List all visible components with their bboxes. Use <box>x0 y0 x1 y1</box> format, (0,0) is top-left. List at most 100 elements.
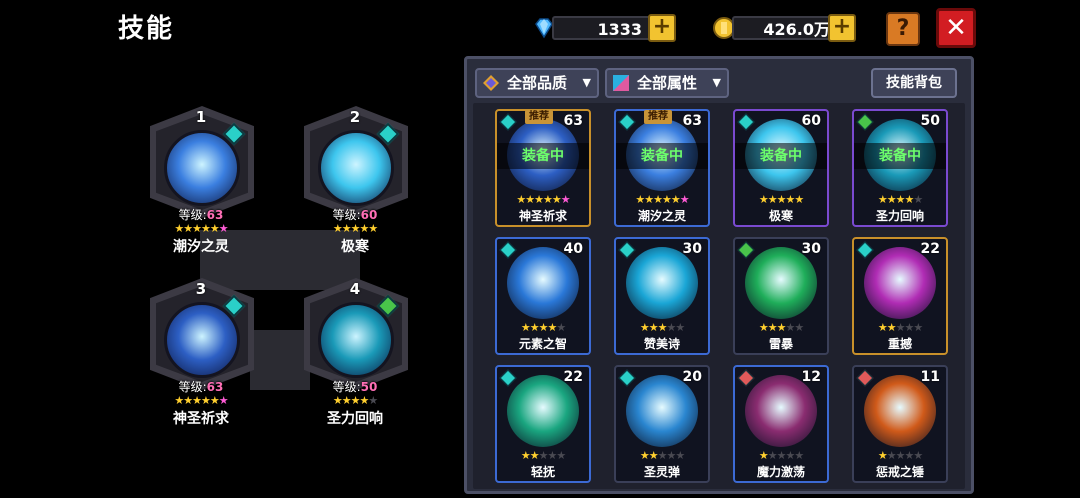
star-icon: ★ <box>904 321 914 334</box>
slot-skill-name: 神圣祈求 <box>173 411 229 427</box>
star-icon: ★ <box>556 321 566 334</box>
star-icon: ★ <box>670 193 681 206</box>
skill-card[interactable]: 63 推荐 装备中 ★★★★★★ 神圣祈求 <box>495 109 591 227</box>
star-icon: ★ <box>560 193 571 206</box>
skill-level: 50 <box>920 113 940 129</box>
star-icon: ★ <box>341 222 352 235</box>
skill-level: 22 <box>920 241 940 257</box>
slot-level: 等级:60 <box>332 208 378 222</box>
star-rating: ★★★★★ <box>290 222 420 235</box>
star-rating: ★★★★★ <box>735 449 827 462</box>
star-icon: ★ <box>201 222 211 235</box>
star-icon: ★ <box>639 321 650 334</box>
element-gem-icon <box>856 113 874 131</box>
skill-card[interactable]: 11 ★★★★★ 惩戒之锤 <box>852 365 948 483</box>
star-icon: ★ <box>192 394 202 407</box>
skill-card[interactable]: 20 ★★★★★ 圣灵弹 <box>614 365 710 483</box>
element-gem-icon <box>499 369 517 387</box>
skill-name: 元素之智 <box>518 337 567 351</box>
element-gem-icon <box>737 241 755 259</box>
star-icon: ★ <box>543 193 553 206</box>
star-icon: ★ <box>886 449 897 462</box>
star-icon: ★ <box>794 321 804 334</box>
star-icon: ★ <box>877 193 888 206</box>
skill-bag-button[interactable]: 技能背包 <box>871 68 957 98</box>
page-title: 技能 <box>118 14 175 44</box>
star-icon: ★ <box>913 449 923 462</box>
gold-amount: 426.0万 <box>732 16 840 40</box>
star-icon: ★ <box>758 449 769 462</box>
quality-filter-dropdown[interactable]: 全部品质 ▼ <box>475 68 599 98</box>
slot-number: 1 <box>195 108 207 126</box>
star-icon: ★ <box>666 321 676 334</box>
skill-icon <box>318 130 394 206</box>
star-rating: ★★★★★★ <box>616 193 708 206</box>
skill-card[interactable]: 40 ★★★★★ 元素之智 <box>495 237 591 355</box>
slot-level: 等级:63 <box>178 208 224 222</box>
star-icon: ★ <box>547 449 557 462</box>
add-diamonds-button[interactable]: + <box>648 14 676 42</box>
star-icon: ★ <box>767 321 778 334</box>
skill-name: 雷暴 <box>768 337 793 351</box>
slot-skill-name: 极寒 <box>341 239 369 255</box>
gold-counter: 426.0万 + <box>710 12 860 44</box>
star-icon: ★ <box>359 394 369 407</box>
chevron-down-icon: ▼ <box>582 76 591 89</box>
skill-card[interactable]: 22 ★★★★★ 轻抚 <box>495 365 591 483</box>
close-button[interactable]: ✕ <box>936 8 976 48</box>
star-icon: ★ <box>635 193 645 206</box>
slot-number: 3 <box>195 280 207 298</box>
star-icon: ★ <box>218 394 229 407</box>
help-button[interactable]: ? <box>886 12 920 46</box>
skill-panel: 全部品质 ▼ 全部属性 ▼ 技能背包 63 推荐 装备中 ★★★★★★ 神圣祈求 63 推荐… <box>464 56 974 494</box>
skill-level: 22 <box>563 369 583 385</box>
element-gem-icon <box>499 113 517 131</box>
star-rating: ★★★★★ <box>616 449 708 462</box>
skill-card[interactable]: 12 ★★★★★ 魔力激荡 <box>733 365 829 483</box>
skill-card[interactable]: 30 ★★★★★ 雷暴 <box>733 237 829 355</box>
attribute-filter-dropdown[interactable]: 全部属性 ▼ <box>605 68 729 98</box>
star-rating: ★★★★★★ <box>136 222 266 235</box>
skill-name: 重撼 <box>887 337 912 351</box>
star-icon: ★ <box>183 394 193 407</box>
skill-card[interactable]: 63 推荐 装备中 ★★★★★★ 潮汐之灵 <box>614 109 710 227</box>
skill-icon <box>507 247 579 319</box>
skill-icon <box>164 130 240 206</box>
element-gem-icon <box>499 241 517 259</box>
equipped-label: 装备中 <box>497 143 589 169</box>
star-icon: ★ <box>913 193 923 206</box>
skill-card[interactable]: 60 装备中 ★★★★★ 极寒 <box>733 109 829 227</box>
star-icon: ★ <box>332 222 343 235</box>
star-icon: ★ <box>192 222 202 235</box>
star-icon: ★ <box>368 222 378 235</box>
star-icon: ★ <box>653 193 663 206</box>
equipped-slot-2[interactable]: 2 等级:60 ★★★★★ 极寒 <box>290 100 420 255</box>
star-icon: ★ <box>648 321 659 334</box>
star-rating: ★★★★★ <box>735 321 827 334</box>
equipped-slot-3[interactable]: 3 等级:63 ★★★★★★ 神圣祈求 <box>136 272 266 427</box>
slot-number: 2 <box>349 108 361 126</box>
skill-icon <box>864 375 936 447</box>
star-icon: ★ <box>209 394 220 407</box>
skill-level: 30 <box>801 241 821 257</box>
add-gold-button[interactable]: + <box>828 14 856 42</box>
star-rating: ★★★★★★ <box>136 394 266 407</box>
star-icon: ★ <box>368 394 378 407</box>
equipped-slot-4[interactable]: 4 等级:50 ★★★★★ 圣力回响 <box>290 272 420 427</box>
star-icon: ★ <box>359 222 369 235</box>
skill-name: 轻抚 <box>530 465 555 479</box>
star-icon: ★ <box>794 449 804 462</box>
star-icon: ★ <box>516 193 526 206</box>
skill-card[interactable]: 30 ★★★★★ 赞美诗 <box>614 237 710 355</box>
star-icon: ★ <box>174 222 184 235</box>
skill-card[interactable]: 50 装备中 ★★★★★ 圣力回响 <box>852 109 948 227</box>
skill-level: 63 <box>563 113 583 129</box>
diamond-amount: 1333 <box>552 16 652 40</box>
slot-level: 等级:63 <box>178 380 224 394</box>
skill-level: 30 <box>682 241 702 257</box>
skill-name: 惩戒之锤 <box>875 465 924 479</box>
element-gem-icon <box>737 113 755 131</box>
star-icon: ★ <box>639 449 650 462</box>
skill-card[interactable]: 22 ★★★★★ 重撼 <box>852 237 948 355</box>
equipped-slot-1[interactable]: 1 等级:63 ★★★★★★ 潮汐之灵 <box>136 100 266 255</box>
